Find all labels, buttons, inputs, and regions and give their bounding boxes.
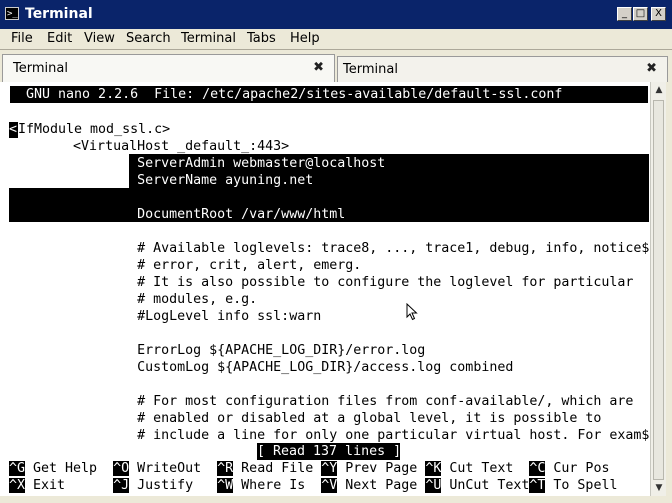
file-line: # error, crit, alert, emerg.: [9, 258, 362, 273]
tab-terminal-2[interactable]: Terminal ✖: [337, 56, 668, 82]
file-line: # It is also possible to configure the l…: [9, 275, 634, 290]
close-window-button[interactable]: X: [651, 7, 666, 21]
menu-tabs[interactable]: Tabs: [247, 31, 276, 46]
status-message: [ Read 137 lines ]: [257, 443, 402, 460]
file-line: #LogLevel info ssl:warn: [9, 309, 322, 324]
file-line: ErrorLog ${APACHE_LOG_DIR}/error.log: [9, 343, 426, 358]
menu-view[interactable]: View: [84, 31, 115, 46]
file-line: # For most configuration files from conf…: [9, 394, 634, 409]
terminal-app-icon[interactable]: >_: [5, 7, 19, 20]
shortcut-label: WriteOut: [129, 461, 218, 476]
cursor-char: <: [9, 122, 18, 137]
shortcut-label: UnCut Text: [441, 478, 530, 493]
tab-close-icon[interactable]: ✖: [646, 61, 657, 76]
tab-close-icon[interactable]: ✖: [313, 60, 324, 75]
shortcut-label: Next Page: [337, 478, 426, 493]
file-line: # include a line for only one particular…: [9, 428, 650, 443]
shortcut-bar-2: ^X Exit ^J Justify ^W Where Is ^V Next P…: [9, 477, 617, 494]
scrollbar-thumb[interactable]: [653, 100, 664, 480]
file-line: # modules, e.g.: [9, 292, 258, 307]
menu-file[interactable]: File: [11, 31, 33, 46]
tab-bar: Terminal ✖ Terminal ✖: [0, 50, 672, 82]
tab-label: Terminal: [13, 61, 68, 76]
file-line: CustomLog ${APACHE_LOG_DIR}/access.log c…: [9, 360, 514, 375]
shortcut-label: Read File: [233, 461, 322, 476]
shortcut-key: ^C: [529, 461, 546, 476]
shortcut-label: Cut Text: [441, 461, 530, 476]
menu-search[interactable]: Search: [126, 31, 171, 46]
shortcut-key: ^T: [529, 478, 546, 493]
menu-terminal[interactable]: Terminal: [181, 31, 236, 46]
shortcut-key: ^J: [113, 478, 130, 493]
menu-help[interactable]: Help: [290, 31, 320, 46]
maximize-button[interactable]: □: [633, 7, 648, 21]
shortcut-label: Where Is: [233, 478, 322, 493]
shortcut-label: Get Help: [25, 461, 114, 476]
mouse-pointer-icon: [406, 303, 418, 321]
shortcut-key: ^U: [425, 478, 442, 493]
menubar: File Edit View Search Terminal Tabs Help: [0, 29, 672, 50]
shortcut-label: To Spell: [545, 478, 618, 493]
shortcut-label: Prev Page: [337, 461, 426, 476]
file-line: # Available loglevels: trace8, ..., trac…: [9, 241, 650, 256]
tab-terminal-1[interactable]: Terminal ✖: [2, 54, 335, 82]
shortcut-key: ^Y: [321, 461, 338, 476]
shortcut-key: ^G: [9, 461, 26, 476]
scroll-up-arrow-icon[interactable]: ▲: [653, 84, 665, 96]
file-line: # enabled or disabled at a global level,…: [9, 411, 602, 426]
nano-header: GNU nano 2.2.6 File: /etc/apache2/sites-…: [10, 86, 648, 103]
vertical-scrollbar[interactable]: ▲ ▼: [650, 82, 666, 496]
file-line: <VirtualHost _default_:443>: [9, 139, 290, 154]
terminal-area[interactable]: GNU nano 2.2.6 File: /etc/apache2/sites-…: [0, 82, 650, 496]
shortcut-label: Exit: [25, 478, 114, 493]
window-titlebar: >_ Terminal _ □ X: [0, 0, 672, 29]
shortcut-key: ^R: [217, 461, 234, 476]
shortcut-key: ^V: [321, 478, 338, 493]
minimize-button[interactable]: _: [617, 7, 632, 21]
file-line: ServerName ayuning.net: [9, 173, 314, 188]
menu-edit[interactable]: Edit: [47, 31, 72, 46]
shortcut-label: Cur Pos: [545, 461, 610, 476]
shortcut-key: ^W: [217, 478, 234, 493]
file-line: IfModule mod_ssl.c>: [18, 122, 171, 137]
shortcut-label: Justify: [129, 478, 218, 493]
shortcut-key: ^K: [425, 461, 442, 476]
shortcut-bar-1: ^G Get Help ^O WriteOut ^R Read File ^Y …: [9, 460, 609, 477]
shortcut-key: ^O: [113, 461, 130, 476]
window-bottom-edge: [0, 496, 672, 503]
shortcut-key: ^X: [9, 478, 26, 493]
file-line: DocumentRoot /var/www/html: [9, 207, 346, 222]
window-title: Terminal: [25, 6, 93, 22]
tab-label: Terminal: [343, 62, 398, 77]
scroll-down-arrow-icon[interactable]: ▼: [653, 482, 665, 494]
file-line: ServerAdmin webmaster@localhost: [9, 156, 386, 171]
